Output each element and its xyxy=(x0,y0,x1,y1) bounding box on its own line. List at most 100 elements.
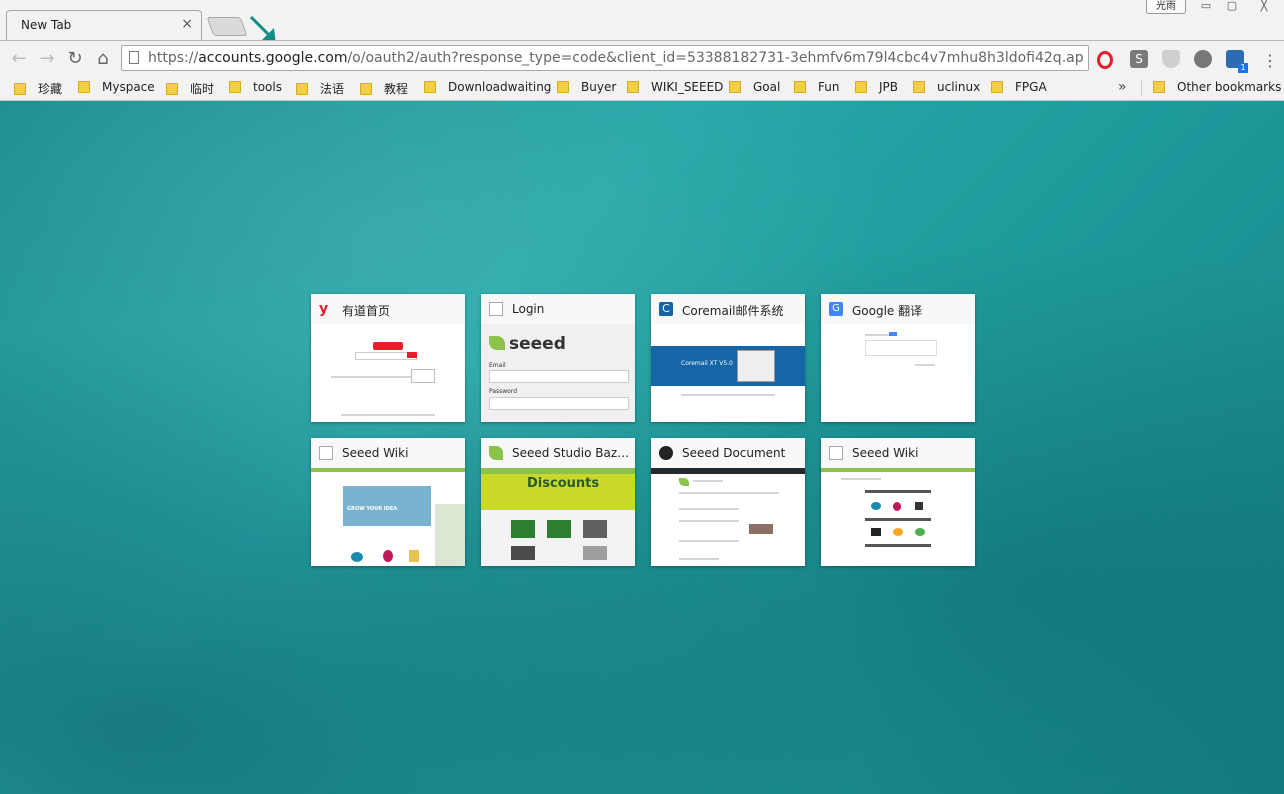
bookmark-label: Downloadwaiting xyxy=(448,80,552,94)
new-tab-page: y 有道首页 Login seeed Email Password C Core… xyxy=(0,101,1284,794)
tile-thumbnail xyxy=(821,468,975,566)
bookmark-folder[interactable]: 临时 xyxy=(166,80,214,98)
bookmark-label: 临时 xyxy=(190,82,215,96)
tab-close-icon[interactable]: × xyxy=(181,16,193,32)
tile-thumbnail: Coremail XT V5.0 xyxy=(651,324,805,422)
evernote-extension-icon[interactable] xyxy=(1194,50,1212,68)
tile-thumbnail: Discounts xyxy=(481,468,635,566)
profile-button[interactable]: 光雨 xyxy=(1146,0,1186,14)
tile-header: G Google 翻译 xyxy=(821,294,975,324)
tile-title: Coremail邮件系统 xyxy=(682,304,784,318)
tile-thumbnail xyxy=(311,324,465,422)
youdao-icon: y xyxy=(319,301,329,317)
other-bookmarks-folder[interactable]: Other bookmarks xyxy=(1153,80,1281,98)
title-bar: New Tab × 光雨 ▭ ▢ ╳ xyxy=(0,0,1284,44)
tile-title: Google 翻译 xyxy=(852,304,923,318)
bookmark-folder[interactable]: 教程 xyxy=(360,80,408,98)
bookmark-label: WIKI_SEEED xyxy=(651,80,724,94)
folder-icon xyxy=(360,83,372,95)
bookmark-label: Fun xyxy=(818,80,840,94)
tile-title: Seeed Wiki xyxy=(852,446,919,460)
bookmark-folder[interactable]: JPB xyxy=(855,80,898,98)
login-logo-text: seeed xyxy=(509,334,566,354)
tile-header: Seeed Document xyxy=(651,438,805,468)
tile-title: Seeed Studio Baza… xyxy=(512,446,630,460)
folder-icon xyxy=(627,81,639,93)
url-host: accounts.google.com xyxy=(198,50,348,66)
bookmark-folder[interactable]: FPGA xyxy=(991,80,1047,98)
page-icon xyxy=(489,302,503,316)
bookmark-folder[interactable]: Myspace xyxy=(78,80,155,98)
tile-title: Login xyxy=(512,302,545,316)
folder-icon xyxy=(794,81,806,93)
close-window-button[interactable]: ╳ xyxy=(1252,0,1276,13)
tile-thumbnail: GROW YOUR IDEA xyxy=(311,468,465,566)
most-visited-tile[interactable]: Seeed Wiki xyxy=(821,438,975,566)
new-tab-button[interactable] xyxy=(206,17,248,36)
bookmark-folder[interactable]: WIKI_SEEED xyxy=(627,80,723,98)
bookmark-label: FPGA xyxy=(1015,80,1047,94)
folder-icon xyxy=(913,81,925,93)
tile-thumbnail xyxy=(651,468,805,566)
folder-icon xyxy=(229,81,241,93)
menu-icon[interactable]: ⋮ xyxy=(1262,51,1278,70)
bookmark-label: Goal xyxy=(753,80,781,94)
page-icon xyxy=(829,446,843,460)
bookmarks-overflow-button[interactable]: » xyxy=(1118,79,1127,95)
bookmark-label: 教程 xyxy=(384,82,409,96)
bookmarks-bar: 珍藏 Myspace 临时 tools 法语 教程 Downloadwaitin… xyxy=(0,76,1284,101)
bookmark-folder[interactable]: uclinux xyxy=(913,80,980,98)
bookmark-label: uclinux xyxy=(937,80,981,94)
most-visited-tile[interactable]: Seeed Document xyxy=(651,438,805,566)
folder-icon xyxy=(729,81,741,93)
bookmark-label: 法语 xyxy=(320,82,345,96)
bookmark-folder[interactable]: Downloadwaiting xyxy=(424,80,551,98)
bookmark-label: JPB xyxy=(879,80,899,94)
tile-title: Seeed Wiki xyxy=(342,446,409,460)
bookmark-folder[interactable]: Goal xyxy=(729,80,780,98)
maximize-button[interactable]: ▢ xyxy=(1220,0,1244,13)
bookmark-folder[interactable]: 法语 xyxy=(296,80,344,98)
bookmark-folder[interactable]: 珍藏 xyxy=(14,80,62,98)
s-extension-icon[interactable]: S xyxy=(1130,50,1148,68)
tile-title: Seeed Document xyxy=(682,446,786,460)
bookmark-label: 珍藏 xyxy=(38,82,63,96)
bazaar-banner-text: Discounts xyxy=(527,476,600,491)
bookmark-folder[interactable]: tools xyxy=(229,80,282,98)
home-button[interactable]: ⌂ xyxy=(92,48,114,70)
toolbar: ← → ↻ ⌂ https://accounts.google.com/o/oa… xyxy=(0,40,1284,76)
folder-icon xyxy=(855,81,867,93)
tile-header: Seeed Studio Baza… xyxy=(481,438,635,468)
page-icon xyxy=(129,51,139,64)
login-email-label: Email xyxy=(489,362,506,369)
most-visited-tile[interactable]: Login seeed Email Password xyxy=(481,294,635,422)
most-visited-tile[interactable]: G Google 翻译 xyxy=(821,294,975,422)
most-visited-tile[interactable]: C Coremail邮件系统 Coremail XT V5.0 xyxy=(651,294,805,422)
address-bar[interactable]: https://accounts.google.com/o/oauth2/aut… xyxy=(121,45,1089,71)
wiki-banner-text: GROW YOUR IDEA xyxy=(347,506,398,512)
most-visited-tile[interactable]: Seeed Wiki GROW YOUR IDEA xyxy=(311,438,465,566)
shield-extension-icon[interactable] xyxy=(1162,50,1180,68)
bookmark-folder[interactable]: Fun xyxy=(794,80,839,98)
seeed-logo-icon xyxy=(489,336,505,350)
folder-icon xyxy=(424,81,436,93)
folder-icon xyxy=(991,81,1003,93)
reload-button[interactable]: ↻ xyxy=(64,48,86,70)
tile-header: C Coremail邮件系统 xyxy=(651,294,805,324)
url-text[interactable]: https://accounts.google.com/o/oauth2/aut… xyxy=(148,50,1084,66)
most-visited-tile[interactable]: Seeed Studio Baza… Discounts xyxy=(481,438,635,566)
most-visited-tile[interactable]: y 有道首页 xyxy=(311,294,465,422)
url-rest: /o/oauth2/auth?response_type=code&client… xyxy=(347,50,1084,66)
tile-header: Login xyxy=(481,294,635,324)
tab-new-tab[interactable]: New Tab × xyxy=(6,10,202,40)
folder-icon xyxy=(78,81,90,93)
bookmarks-divider xyxy=(1141,80,1142,96)
opera-extension-icon[interactable] xyxy=(1097,51,1113,69)
bookmark-label: Buyer xyxy=(581,80,617,94)
minimize-button[interactable]: ▭ xyxy=(1194,0,1218,13)
bookmark-label: Myspace xyxy=(102,80,155,94)
tile-thumbnail xyxy=(821,324,975,422)
forward-button[interactable]: → xyxy=(36,48,58,70)
back-button[interactable]: ← xyxy=(8,48,30,70)
bookmark-folder[interactable]: Buyer xyxy=(557,80,616,98)
